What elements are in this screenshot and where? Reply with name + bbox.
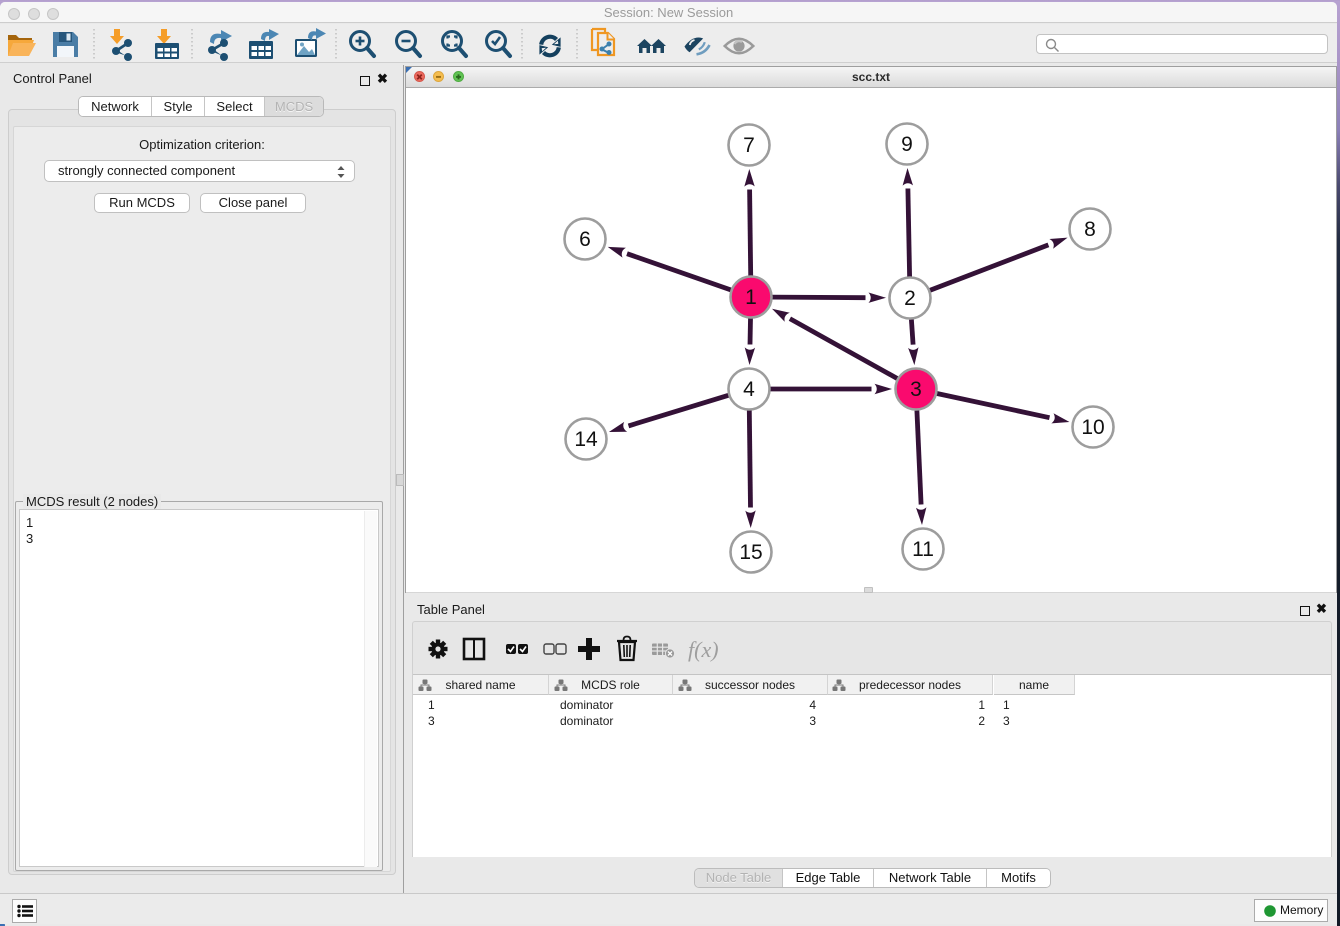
svg-text:9: 9: [901, 133, 913, 156]
svg-text:7: 7: [743, 134, 755, 157]
svg-text:11: 11: [912, 538, 934, 561]
svg-text:1: 1: [745, 286, 757, 309]
svg-text:8: 8: [1084, 218, 1096, 241]
svg-text:f(x): f(x): [688, 637, 719, 662]
svg-text:6: 6: [579, 228, 591, 251]
svg-text:4: 4: [743, 378, 755, 401]
svg-text:2: 2: [904, 287, 916, 310]
svg-text:10: 10: [1081, 416, 1104, 439]
svg-text:14: 14: [574, 428, 598, 451]
svg-text:3: 3: [910, 378, 922, 401]
svg-text:15: 15: [739, 541, 762, 564]
